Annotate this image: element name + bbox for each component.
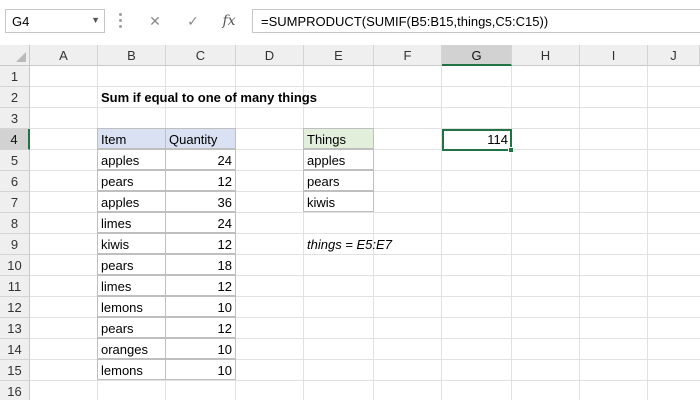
chevron-down-icon[interactable]: ▼ xyxy=(91,15,100,25)
drag-handle-icon[interactable] xyxy=(118,13,124,29)
table-cell-item[interactable]: apples xyxy=(97,191,166,212)
table-header-item[interactable]: Item xyxy=(97,128,166,149)
table-cell-quantity[interactable]: 12 xyxy=(165,170,236,191)
cancel-icon[interactable]: ✕ xyxy=(142,10,168,32)
select-all-button[interactable] xyxy=(0,45,30,66)
column-header-i[interactable]: I xyxy=(580,45,648,66)
column-header-e[interactable]: E xyxy=(304,45,374,66)
table-cell-item[interactable]: oranges xyxy=(97,338,166,359)
row-header-7[interactable]: 7 xyxy=(0,192,30,213)
row-header-9[interactable]: 9 xyxy=(0,234,30,255)
table-cell-quantity[interactable]: 12 xyxy=(165,275,236,296)
gridline xyxy=(373,66,374,400)
table-cell-item[interactable]: limes xyxy=(97,275,166,296)
table-cell-quantity[interactable]: 10 xyxy=(165,359,236,380)
insert-function-icon[interactable]: fx xyxy=(216,10,242,32)
name-box-value: G4 xyxy=(12,14,30,29)
column-header-a[interactable]: A xyxy=(30,45,98,66)
table-cell-quantity[interactable]: 10 xyxy=(165,296,236,317)
things-item[interactable]: apples xyxy=(303,149,374,170)
row-header-8[interactable]: 8 xyxy=(0,213,30,234)
table-cell-quantity[interactable]: 12 xyxy=(165,233,236,254)
row-header-3[interactable]: 3 xyxy=(0,108,30,129)
row-header-1[interactable]: 1 xyxy=(0,66,30,87)
name-box[interactable]: G4 ▼ xyxy=(5,9,105,33)
row-header-16[interactable]: 16 xyxy=(0,381,30,400)
column-header-j[interactable]: J xyxy=(648,45,700,66)
named-range-note: things = E5:E7 xyxy=(307,237,392,252)
table-cell-quantity[interactable]: 18 xyxy=(165,254,236,275)
column-header-h[interactable]: H xyxy=(512,45,580,66)
table-cell-item[interactable]: kiwis xyxy=(97,233,166,254)
things-item[interactable]: kiwis xyxy=(303,191,374,212)
table-cell-quantity[interactable]: 24 xyxy=(165,212,236,233)
row-header-15[interactable]: 15 xyxy=(0,360,30,381)
formula-bar: G4 ▼ ✕ ✓ fx =SUMPRODUCT(SUMIF(B5:B15,thi… xyxy=(0,0,700,44)
row-header-14[interactable]: 14 xyxy=(0,339,30,360)
row-header-12[interactable]: 12 xyxy=(0,297,30,318)
column-header-d[interactable]: D xyxy=(236,45,304,66)
column-header-f[interactable]: F xyxy=(374,45,442,66)
table-cell-item[interactable]: lemons xyxy=(97,296,166,317)
row-header-5[interactable]: 5 xyxy=(0,150,30,171)
things-item[interactable]: pears xyxy=(303,170,374,191)
table-cell-quantity[interactable]: 12 xyxy=(165,317,236,338)
row-header-13[interactable]: 13 xyxy=(0,318,30,339)
column-header-b[interactable]: B xyxy=(98,45,166,66)
gridline xyxy=(647,66,648,400)
row-header-10[interactable]: 10 xyxy=(0,255,30,276)
table-cell-item[interactable]: limes xyxy=(97,212,166,233)
row-header-6[interactable]: 6 xyxy=(0,171,30,192)
table-cell-quantity[interactable]: 36 xyxy=(165,191,236,212)
formula-text: =SUMPRODUCT(SUMIF(B5:B15,things,C5:C15)) xyxy=(261,14,549,29)
things-header[interactable]: Things xyxy=(303,128,374,149)
gridline xyxy=(511,66,512,400)
enter-icon[interactable]: ✓ xyxy=(180,10,206,32)
table-cell-quantity[interactable]: 24 xyxy=(165,149,236,170)
gridline xyxy=(579,66,580,400)
table-cell-item[interactable]: pears xyxy=(97,170,166,191)
column-header-c[interactable]: C xyxy=(166,45,236,66)
column-header-g[interactable]: G xyxy=(442,45,512,66)
table-cell-quantity[interactable]: 10 xyxy=(165,338,236,359)
result-cell[interactable]: 114 xyxy=(442,129,512,151)
row-header-4[interactable]: 4 xyxy=(0,129,30,150)
table-cell-item[interactable]: lemons xyxy=(97,359,166,380)
table-cell-item[interactable]: pears xyxy=(97,317,166,338)
table-cell-item[interactable]: pears xyxy=(97,254,166,275)
gridline xyxy=(303,66,304,400)
formula-input[interactable]: =SUMPRODUCT(SUMIF(B5:B15,things,C5:C15)) xyxy=(252,9,700,33)
table-header-quantity[interactable]: Quantity xyxy=(165,128,236,149)
row-header-2[interactable]: 2 xyxy=(0,87,30,108)
row-header-11[interactable]: 11 xyxy=(0,276,30,297)
fill-handle[interactable] xyxy=(508,147,514,153)
gridline xyxy=(441,66,442,400)
sheet-title: Sum if equal to one of many things xyxy=(101,90,317,105)
table-cell-item[interactable]: apples xyxy=(97,149,166,170)
